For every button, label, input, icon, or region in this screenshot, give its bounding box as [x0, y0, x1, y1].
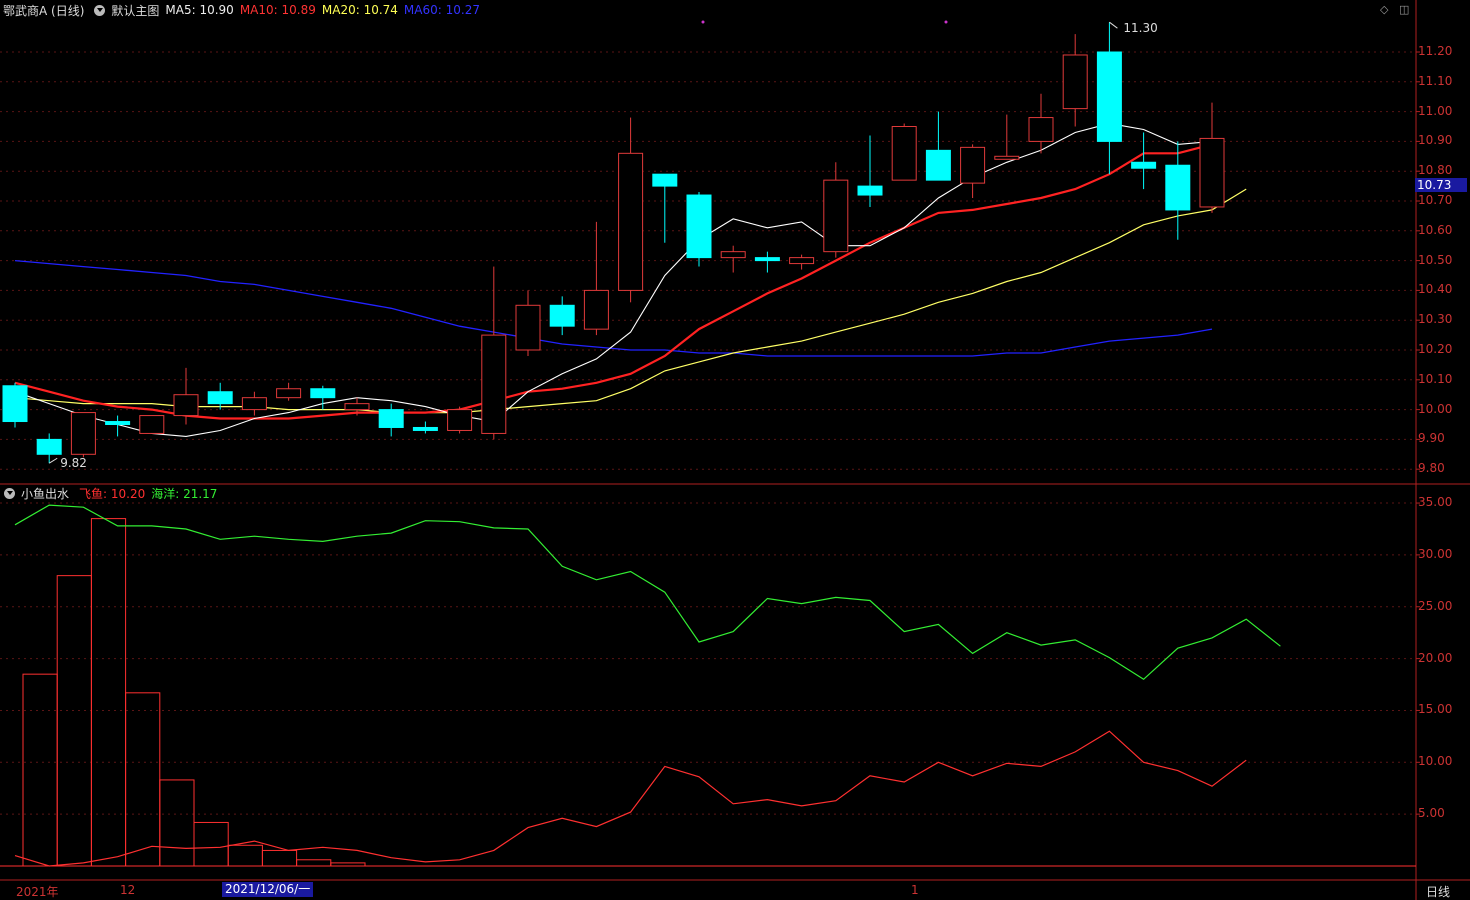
sub-indicator-label[interactable]: 小鱼出水	[21, 485, 69, 502]
candle-body	[618, 152, 644, 291]
price-tick-label: 10.40	[1418, 282, 1453, 297]
candle-body	[549, 304, 575, 327]
fish-value-label: 飞鱼: 10.20	[79, 486, 146, 501]
candle-body	[1096, 51, 1122, 142]
high-marker	[1109, 21, 1118, 29]
indicator-bar	[296, 859, 332, 867]
candle-body	[378, 409, 404, 428]
indicator-bar	[227, 844, 263, 867]
candle-body	[789, 257, 815, 265]
candle-body	[105, 421, 131, 425]
price-tick-label: 11.00	[1418, 103, 1453, 118]
candle-body	[1028, 117, 1054, 142]
candle-body	[207, 391, 233, 405]
indicator-tick-label: 10.00	[1418, 754, 1453, 769]
period-label[interactable]: 日线	[1426, 883, 1450, 900]
ma20-label: MA20: 10.74	[321, 3, 398, 17]
indicator-bar	[159, 779, 195, 867]
stock-title[interactable]: 鄂武商A (日线)	[3, 2, 84, 19]
candle-body	[823, 179, 849, 253]
date-label-month: 12	[120, 883, 136, 897]
price-tick-label: 10.80	[1418, 163, 1453, 178]
price-tick-label: 9.90	[1418, 431, 1445, 446]
current-price-tag: 10.73	[1415, 178, 1467, 192]
candle-body	[754, 257, 780, 262]
candle-body	[310, 388, 336, 399]
candle-body	[686, 194, 712, 259]
high-price-label: 11.30	[1123, 21, 1157, 35]
candle-body	[1062, 54, 1088, 110]
price-tick-label: 9.80	[1418, 461, 1445, 476]
candle-body	[857, 185, 883, 196]
candle-body	[139, 415, 165, 434]
price-tick-label: 10.60	[1418, 222, 1453, 237]
dropdown-circle-icon[interactable]	[94, 4, 106, 16]
price-tick-label: 11.20	[1418, 44, 1453, 58]
candle-body	[960, 146, 986, 184]
indicator-bar	[22, 673, 58, 867]
candle-body	[583, 289, 609, 330]
ma10-label: MA10: 10.89	[239, 3, 316, 17]
date-label-year: 2021年	[16, 885, 59, 899]
indicator-tick-label: 35.00	[1418, 495, 1453, 510]
ma5-line	[14, 122, 1213, 437]
candle-body	[412, 426, 438, 431]
ma60-label: MA60: 10.27	[403, 3, 480, 17]
indicator-bar	[261, 849, 298, 867]
ma5-label: MA5: 10.90	[165, 3, 234, 17]
sub-chart-header: 小鱼出水 飞鱼: 10.20 海洋: 21.17	[0, 484, 223, 502]
indicator-tick-label: 5.00	[1418, 806, 1445, 821]
candle-body	[447, 409, 473, 431]
candle-body	[1131, 161, 1157, 169]
window-toggle-icon[interactable]: ◫	[1399, 3, 1409, 16]
event-marker	[701, 20, 705, 24]
indicator-tick-label: 30.00	[1418, 546, 1453, 561]
candle-body	[241, 397, 267, 411]
ma10-line	[14, 143, 1213, 420]
price-tick-label: 10.30	[1418, 312, 1453, 327]
candle-body	[276, 388, 302, 399]
candle-body	[173, 394, 199, 417]
fish-line	[14, 730, 1247, 867]
price-tick-label: 10.10	[1418, 371, 1453, 386]
low-price-label: 9.82	[60, 456, 87, 470]
candle-body	[1165, 164, 1191, 211]
price-tick-label: 10.70	[1418, 193, 1453, 207]
dropdown-circle-icon[interactable]	[4, 487, 15, 499]
indicator-tick-label: 25.00	[1418, 598, 1453, 613]
candle-body	[652, 173, 678, 187]
main-indicator-label[interactable]: 默认主图	[111, 2, 159, 19]
candle-body	[36, 438, 62, 455]
diamond-icon[interactable]: ◇	[1380, 3, 1388, 16]
date-label-next-month: 1	[911, 883, 919, 897]
candle-body	[1199, 137, 1225, 208]
ocean-line	[14, 504, 1281, 681]
candle-body	[2, 385, 28, 423]
event-marker	[944, 20, 948, 24]
indicator-bar	[193, 821, 229, 867]
indicator-tick-label: 15.00	[1418, 702, 1453, 717]
candle-body	[481, 334, 507, 434]
ocean-value-label: 海洋: 21.17	[151, 486, 218, 501]
indicator-bar	[125, 692, 161, 867]
candle-body	[994, 155, 1020, 160]
chart-canvas[interactable]: 11.30 9.82	[0, 0, 1470, 900]
crosshair-date: 2021/12/06/一	[222, 882, 314, 897]
main-chart-header: 鄂武商A (日线) 默认主图 MA5: 10.90 MA10: 10.89 MA…	[0, 1, 486, 19]
price-tick-label: 10.90	[1418, 133, 1453, 148]
price-tick-label: 10.50	[1418, 252, 1453, 267]
price-tick-label: 10.20	[1418, 342, 1453, 356]
candle-body	[515, 304, 541, 351]
candle-body	[925, 149, 951, 181]
indicator-tick-label: 20.00	[1418, 650, 1453, 665]
price-tick-label: 10.00	[1418, 401, 1453, 416]
candle-body	[720, 251, 746, 259]
indicator-bar	[56, 575, 92, 867]
candle-body	[891, 126, 917, 181]
candle-body	[344, 403, 370, 411]
price-tick-label: 11.10	[1418, 73, 1453, 88]
low-marker	[48, 457, 58, 464]
candle-body	[70, 412, 96, 455]
